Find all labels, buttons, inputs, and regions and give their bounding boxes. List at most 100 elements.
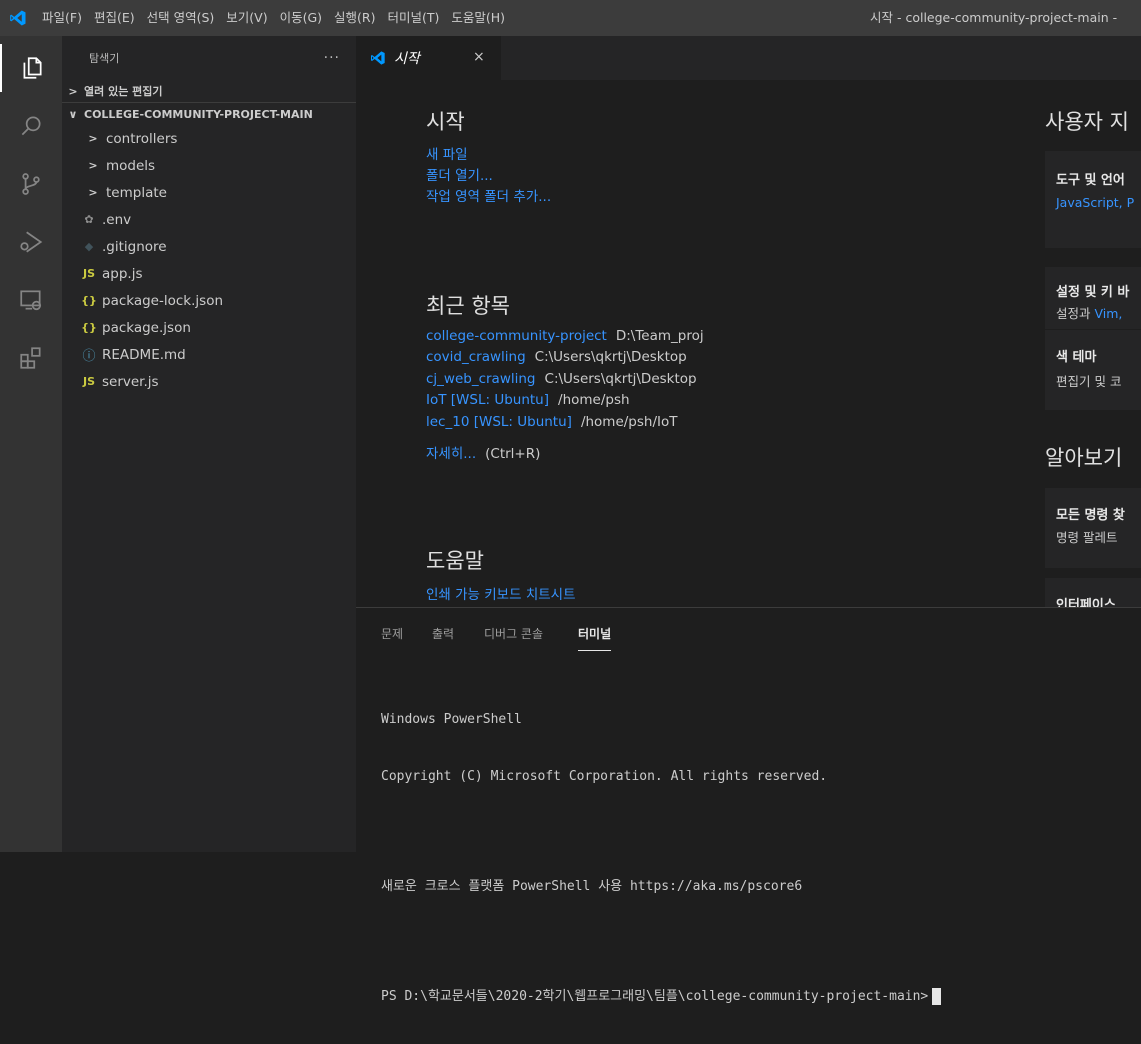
open-editors-section[interactable]: > 열려 있는 편집기 <box>62 80 356 102</box>
run-debug-icon[interactable] <box>0 218 62 266</box>
tab-debug-console[interactable]: 디버그 콘솔 <box>484 625 543 642</box>
file-label: package-lock.json <box>102 292 224 309</box>
more-actions-button[interactable]: ··· <box>324 50 340 66</box>
card-desc-link[interactable]: JavaScript, P <box>1056 195 1134 210</box>
keyboard-cheatsheet-link[interactable]: 인쇄 가능 키보드 치트시트 <box>426 583 576 603</box>
recent-item[interactable]: lec_10 [WSL: Ubuntu] /home/psh/IoT <box>426 414 678 430</box>
recent-item-name[interactable]: IoT [WSL: Ubuntu] <box>426 392 549 408</box>
recent-item[interactable]: IoT [WSL: Ubuntu] /home/psh <box>426 392 630 408</box>
menu-go[interactable]: 이동(G) <box>274 0 328 36</box>
tab-label: 시작 <box>394 51 420 67</box>
project-root-section[interactable]: ∨ COLLEGE-COMMUNITY-PROJECT-MAIN <box>62 102 356 125</box>
explorer-title: 탐색기 <box>89 52 120 65</box>
card-title: 도구 및 언어 <box>1056 173 1125 188</box>
git-icon: ◆ <box>84 240 94 253</box>
card-find-commands[interactable]: 모든 명령 찾 명령 팔레트 <box>1045 488 1141 568</box>
json-icon: {} <box>81 321 97 334</box>
recent-item[interactable]: covid_crawling C:\Users\qkrtj\Desktop <box>426 349 687 365</box>
card-title: 모든 명령 찾 <box>1056 508 1125 523</box>
add-workspace-folder-link[interactable]: 작업 영역 폴더 추가... <box>426 185 551 205</box>
folder-controllers[interactable]: > controllers <box>62 125 356 152</box>
terminal-line: Copyright (C) Microsoft Corporation. All… <box>381 769 828 784</box>
card-desc-text: 설정과 <box>1056 306 1095 321</box>
welcome-page: 시작 새 파일 폴더 열기... 작업 영역 폴더 추가... 최근 항목 co… <box>356 80 1141 607</box>
file-app-js[interactable]: JS app.js <box>62 260 356 287</box>
customize-heading: 사용자 지 <box>1045 110 1129 134</box>
recent-item[interactable]: college-community-project D:\Team_proj <box>426 328 704 344</box>
close-icon[interactable]: × <box>473 49 485 65</box>
menu-selection[interactable]: 선택 영역(S) <box>141 0 221 36</box>
tab-problems[interactable]: 문제 <box>381 625 403 642</box>
file-label: .env <box>102 211 132 228</box>
terminal-output[interactable]: Windows PowerShell Copyright (C) Microso… <box>381 672 942 1044</box>
folder-models[interactable]: > models <box>62 152 356 179</box>
explorer-icon[interactable] <box>0 44 62 92</box>
folder-label: controllers <box>106 130 178 147</box>
card-desc: 명령 팔레트 <box>1056 530 1118 545</box>
folder-template[interactable]: > template <box>62 179 356 206</box>
file-label: app.js <box>102 265 143 282</box>
card-tools-languages[interactable]: 도구 및 언어 JavaScript, P <box>1045 151 1141 248</box>
more-recent-link[interactable]: 자세히... (Ctrl+R) <box>426 442 540 462</box>
card-color-theme[interactable]: 색 테마 편집기 및 코 <box>1045 330 1141 410</box>
editor-tab-bar: 시작 × <box>356 36 1141 80</box>
open-folder-link[interactable]: 폴더 열기... <box>426 164 493 184</box>
recent-item-path: C:\Users\qkrtj\Desktop <box>534 349 687 365</box>
card-title: 인터페이스 <box>1056 598 1116 607</box>
menu-help[interactable]: 도움말(H) <box>445 0 511 36</box>
card-desc-link[interactable]: Vim, <box>1094 306 1122 321</box>
extensions-icon[interactable] <box>0 334 62 382</box>
file-server-js[interactable]: JS server.js <box>62 368 356 395</box>
start-heading: 시작 <box>426 110 465 134</box>
chevron-right-icon: > <box>88 186 98 199</box>
card-title: 설정 및 키 바 <box>1056 285 1130 300</box>
search-icon[interactable] <box>0 102 62 150</box>
terminal-prompt: PS D:\학교문서들\2020-2학기\웹프로그래밍\팀플\college-c… <box>381 989 929 1004</box>
file-label: .gitignore <box>102 238 167 255</box>
terminal-gap <box>381 934 941 949</box>
recent-item-path: D:\Team_proj <box>615 328 704 344</box>
js-icon: JS <box>82 267 95 280</box>
terminal-cursor <box>932 988 942 1005</box>
more-recent-label[interactable]: 자세히... <box>426 446 476 462</box>
file-env[interactable]: ✿ .env <box>62 206 356 233</box>
title-bar: 파일(F) 편집(E) 선택 영역(S) 보기(V) 이동(G) 실행(R) 터… <box>0 0 1141 36</box>
open-editors-label: 열려 있는 편집기 <box>84 85 163 98</box>
js-icon: JS <box>82 375 95 388</box>
chevron-right-icon: > <box>68 84 78 98</box>
window-title: 시작 - college-community-project-main - <box>870 10 1118 25</box>
file-readme-md[interactable]: ⓘ README.md <box>62 341 356 368</box>
menu-terminal[interactable]: 터미널(T) <box>382 0 446 36</box>
recent-item[interactable]: cj_web_crawling C:\Users\qkrtj\Desktop <box>426 371 697 387</box>
file-package-lock-json[interactable]: {} package-lock.json <box>62 287 356 314</box>
chevron-down-icon: ∨ <box>68 107 78 121</box>
card-interface[interactable]: 인터페이스 <box>1045 578 1141 607</box>
recent-item-name[interactable]: college-community-project <box>426 328 607 344</box>
recent-item-name[interactable]: lec_10 [WSL: Ubuntu] <box>426 414 572 430</box>
activity-bar <box>0 36 62 852</box>
terminal-line: Windows PowerShell <box>381 712 522 727</box>
menu-bar: 파일(F) 편집(E) 선택 영역(S) 보기(V) 이동(G) 실행(R) 터… <box>36 0 511 36</box>
file-tree: > controllers > models > template ✿ .env… <box>62 125 356 395</box>
menu-run[interactable]: 실행(R) <box>328 0 381 36</box>
new-file-link[interactable]: 새 파일 <box>426 143 468 163</box>
file-gitignore[interactable]: ◆ .gitignore <box>62 233 356 260</box>
chevron-right-icon: > <box>88 132 98 145</box>
gear-icon: ✿ <box>84 213 94 226</box>
tab-start[interactable]: 시작 × <box>356 36 501 80</box>
remote-explorer-icon[interactable] <box>0 276 62 324</box>
menu-edit[interactable]: 편집(E) <box>88 0 141 36</box>
recent-item-path: /home/psh/IoT <box>580 414 678 430</box>
folder-label: models <box>106 157 156 174</box>
tab-terminal[interactable]: 터미널 <box>578 625 612 651</box>
recent-item-name[interactable]: covid_crawling <box>426 349 526 365</box>
source-control-icon[interactable] <box>0 160 62 208</box>
file-package-json[interactable]: {} package.json <box>62 314 356 341</box>
recent-item-name[interactable]: cj_web_crawling <box>426 371 536 387</box>
tab-output[interactable]: 출력 <box>432 625 454 642</box>
card-desc: 편집기 및 코 <box>1056 374 1122 389</box>
menu-file[interactable]: 파일(F) <box>36 0 88 36</box>
menu-view[interactable]: 보기(V) <box>220 0 273 36</box>
recent-item-path: C:\Users\qkrtj\Desktop <box>544 371 697 387</box>
card-settings-keybindings[interactable]: 설정 및 키 바 설정과 Vim, <box>1045 267 1141 329</box>
